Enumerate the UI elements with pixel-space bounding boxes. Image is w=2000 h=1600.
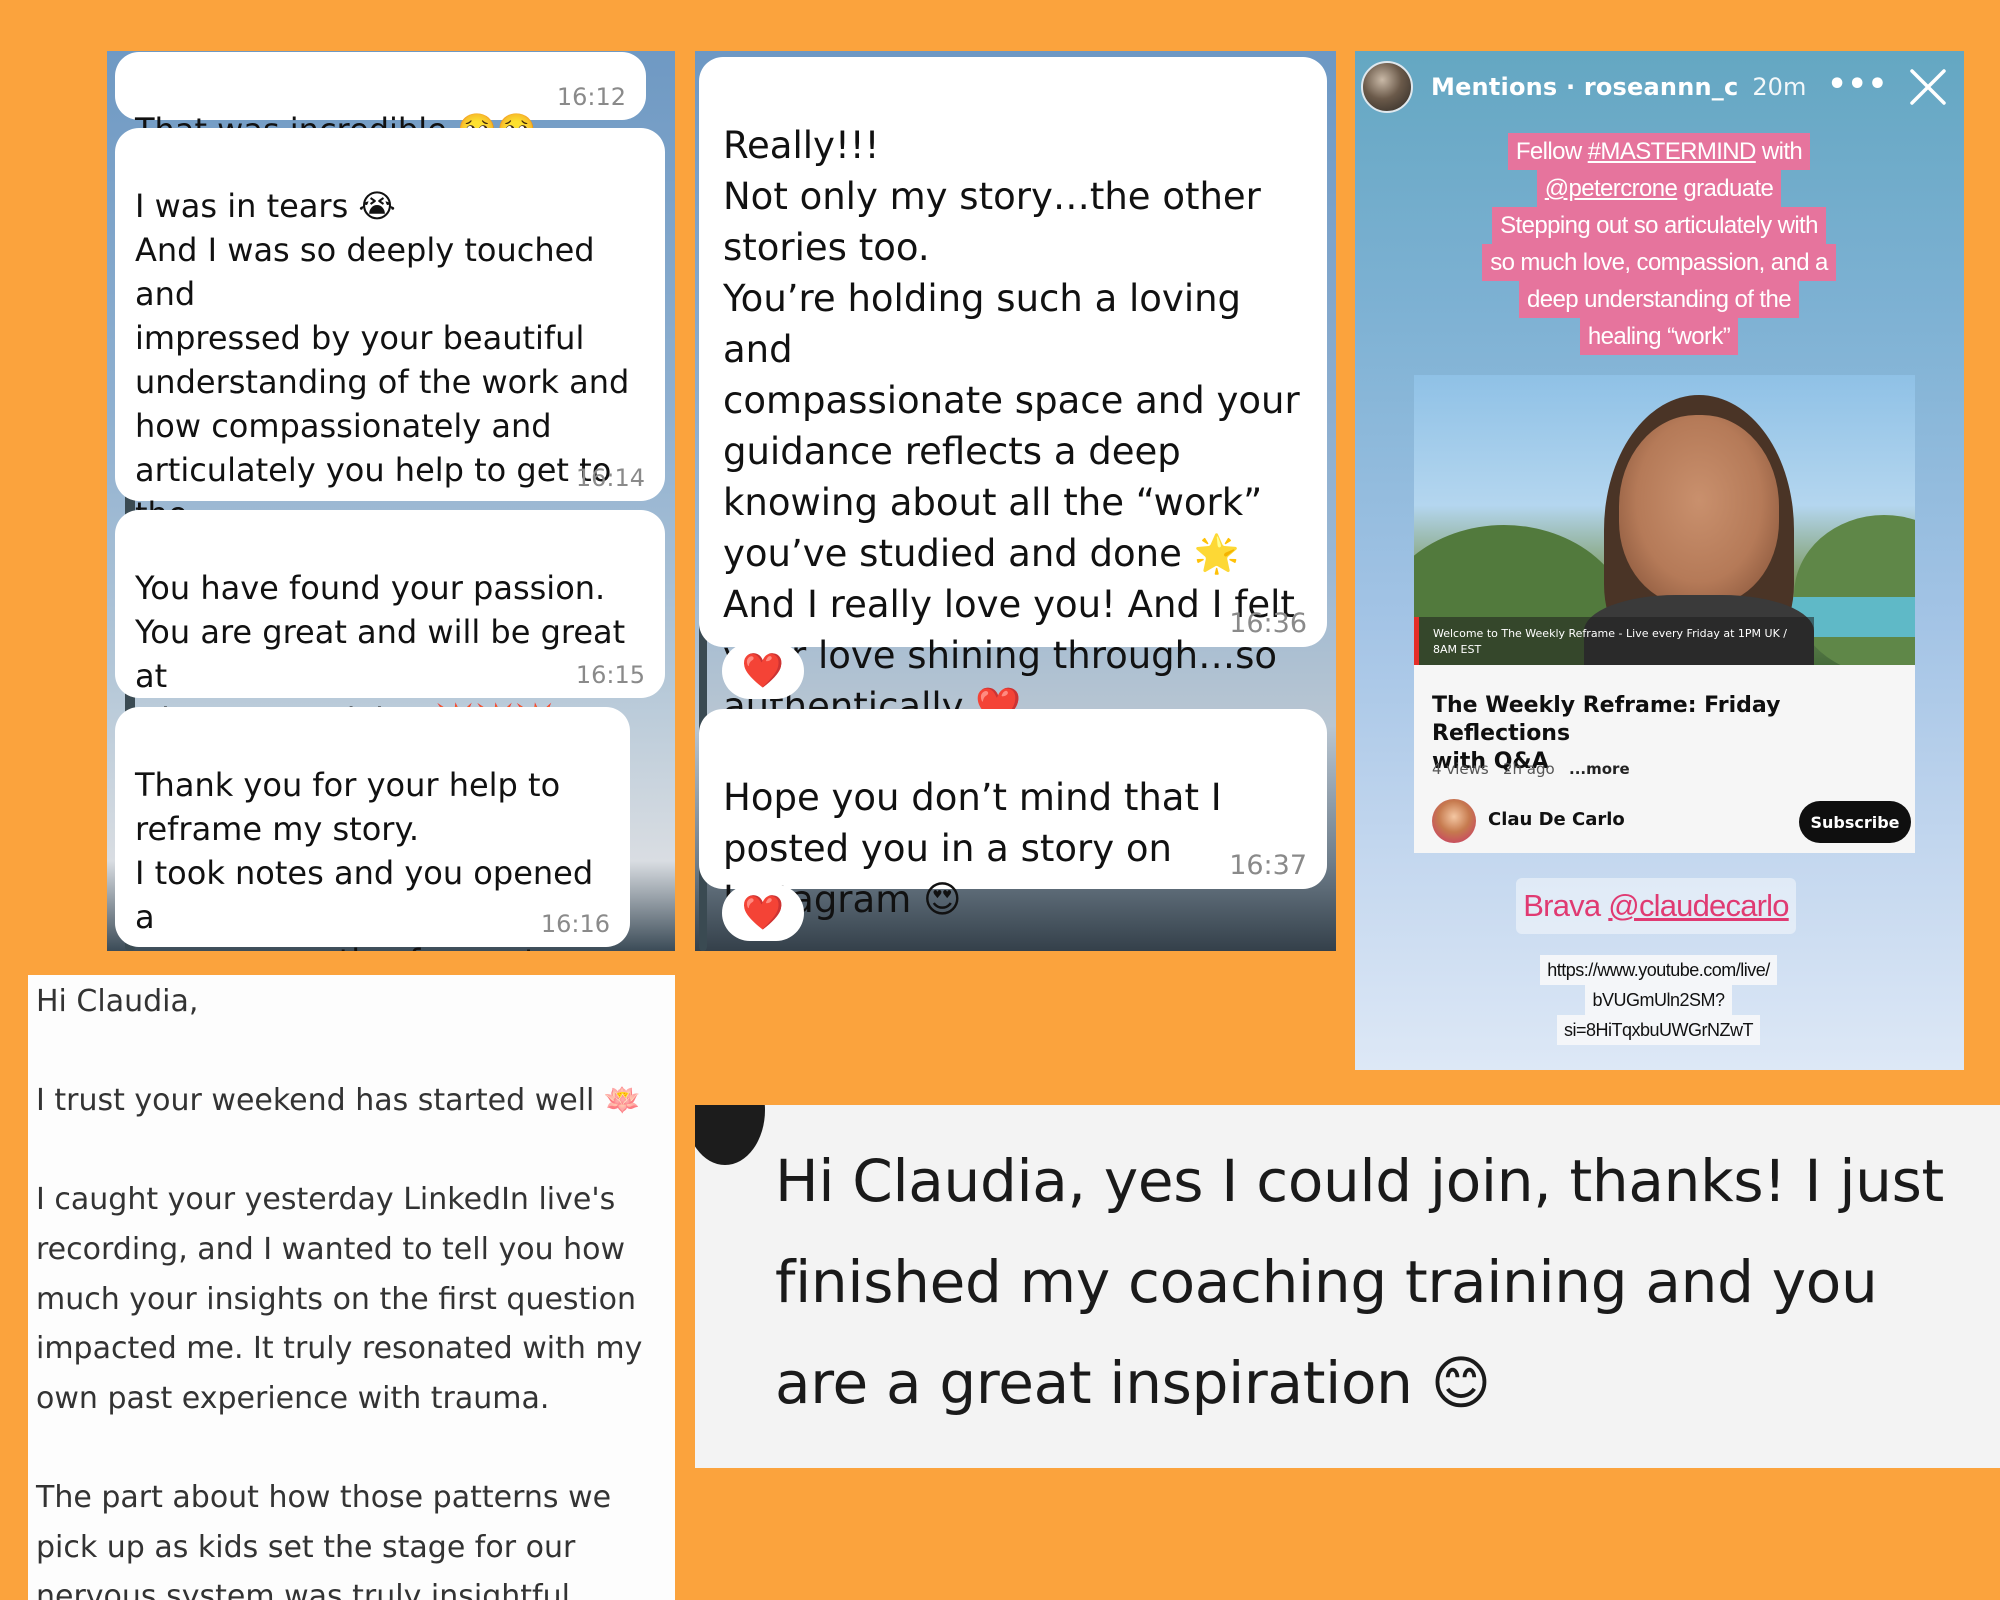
url-line: https://www.youtube.com/live/ [1540, 955, 1777, 985]
story-header: Mentions · roseannn_c 20m ••• [1361, 57, 1958, 117]
story-mention-label[interactable]: Mentions · roseannn_c [1431, 73, 1738, 101]
person-face [1619, 415, 1779, 605]
heart-reaction[interactable]: ❤️ [722, 885, 804, 941]
heart-reaction[interactable]: ❤️ [722, 643, 804, 699]
channel-avatar[interactable] [1432, 799, 1476, 843]
caption-text: with [1755, 138, 1803, 165]
chat-bubble-4[interactable]: Thank you for your help to reframe my st… [115, 707, 630, 951]
email-paragraph: The part about how those patterns we pic… [36, 1479, 612, 1600]
more-options-icon[interactable]: ••• [1827, 67, 1888, 102]
more-link[interactable]: ...more [1569, 760, 1630, 778]
caption-text: Fellow [1515, 138, 1588, 165]
caption-line: deep understanding of the [1519, 281, 1799, 318]
comment-screenshot: Hi Claudia, yes I could join, thanks! I … [695, 1105, 2000, 1468]
chat-bubble-5[interactable]: Really!!! Not only my story…the other st… [699, 57, 1327, 728]
email-screenshot: Hi Claudia, I trust your weekend has sta… [28, 975, 675, 1600]
chat-screenshot-middle: Really!!! Not only my story…the other st… [695, 51, 1336, 951]
email-paragraph: I caught your yesterday LinkedIn live's … [36, 1182, 643, 1416]
comment-text: Hi Claudia, yes I could join, thanks! I … [775, 1147, 1944, 1417]
commenter-avatar[interactable] [695, 1105, 765, 1165]
chat-screenshot-left: That was incredible 🥹🥹 16:12 I was in te… [107, 51, 675, 951]
thumbnail-caption: Welcome to The Weekly Reframe - Live eve… [1414, 617, 1814, 665]
subscribe-button[interactable]: Subscribe [1799, 801, 1911, 843]
email-spacer [36, 1423, 667, 1473]
brava-text: Brava [1523, 888, 1601, 923]
message-text: Really!!! Not only my story…the other st… [723, 124, 1300, 728]
story-time: 20m [1752, 73, 1807, 101]
mention-link[interactable]: @petercrone [1545, 175, 1678, 202]
email-spacer [36, 1126, 667, 1176]
message-time: 16:36 [1229, 608, 1307, 639]
chat-bubble-3[interactable]: You have found your passion. You are gre… [115, 510, 665, 739]
message-time: 16:12 [556, 83, 626, 111]
hashtag-link[interactable]: #MASTERMIND [1588, 138, 1757, 165]
chat-bubble-1[interactable]: That was incredible 🥹🥹 16:12 [115, 52, 646, 149]
video-age: 2h ago [1502, 760, 1555, 778]
brava-sticker: Brava @claudecarlo [1516, 878, 1796, 934]
message-time: 16:37 [1229, 850, 1307, 881]
message-text: Hope you don’t mind that I posted you in… [723, 776, 1222, 921]
mention-link[interactable]: @claudecarlo [1608, 888, 1789, 924]
channel-name[interactable]: Clau De Carlo [1488, 809, 1625, 830]
instagram-story-screenshot: Mentions · roseannn_c 20m ••• Fellow #MA… [1355, 51, 1964, 1070]
url-line: si=8HiTqxbuUWGrNZwT [1556, 1015, 1761, 1045]
chat-bubble-2[interactable]: I was in tears 😭 And I was so deeply tou… [115, 128, 665, 621]
caption-line: Fellow #MASTERMIND with [1507, 133, 1811, 170]
video-thumbnail[interactable]: Welcome to The Weekly Reframe - Live eve… [1414, 375, 1915, 665]
message-text: Thank you for your help to reframe my st… [135, 766, 594, 951]
caption-text: graduate [1677, 175, 1774, 202]
caption-line: @petercrone graduate [1536, 170, 1782, 207]
url-line: bVUGmUln2SM? [1585, 985, 1732, 1015]
video-meta: 4 views 2h ago ...more [1432, 760, 1630, 778]
email-spacer [36, 1027, 667, 1077]
chat-bubble-6[interactable]: Hope you don’t mind that I posted you in… [699, 709, 1327, 921]
url-sticker[interactable]: https://www.youtube.com/live/ bVUGmUln2S… [1536, 955, 1781, 1045]
story-caption: Fellow #MASTERMIND with @petercrone grad… [1482, 133, 1836, 355]
message-time: 16:15 [575, 661, 645, 689]
story-avatar[interactable] [1361, 61, 1413, 113]
caption-line: so much love, compassion, and a [1482, 244, 1836, 281]
close-icon[interactable] [1902, 61, 1954, 113]
caption-line: Stepping out so articulately with [1492, 207, 1826, 244]
video-views: 4 views [1432, 760, 1489, 778]
email-greeting: Hi Claudia, [36, 984, 199, 1019]
youtube-video-card[interactable]: Welcome to The Weekly Reframe - Live eve… [1414, 375, 1915, 853]
message-time: 16:16 [540, 910, 610, 938]
email-paragraph: I trust your weekend has started well 🪷 [36, 1083, 642, 1119]
message-time: 16:14 [575, 464, 645, 492]
caption-line: healing “work” [1579, 318, 1739, 355]
